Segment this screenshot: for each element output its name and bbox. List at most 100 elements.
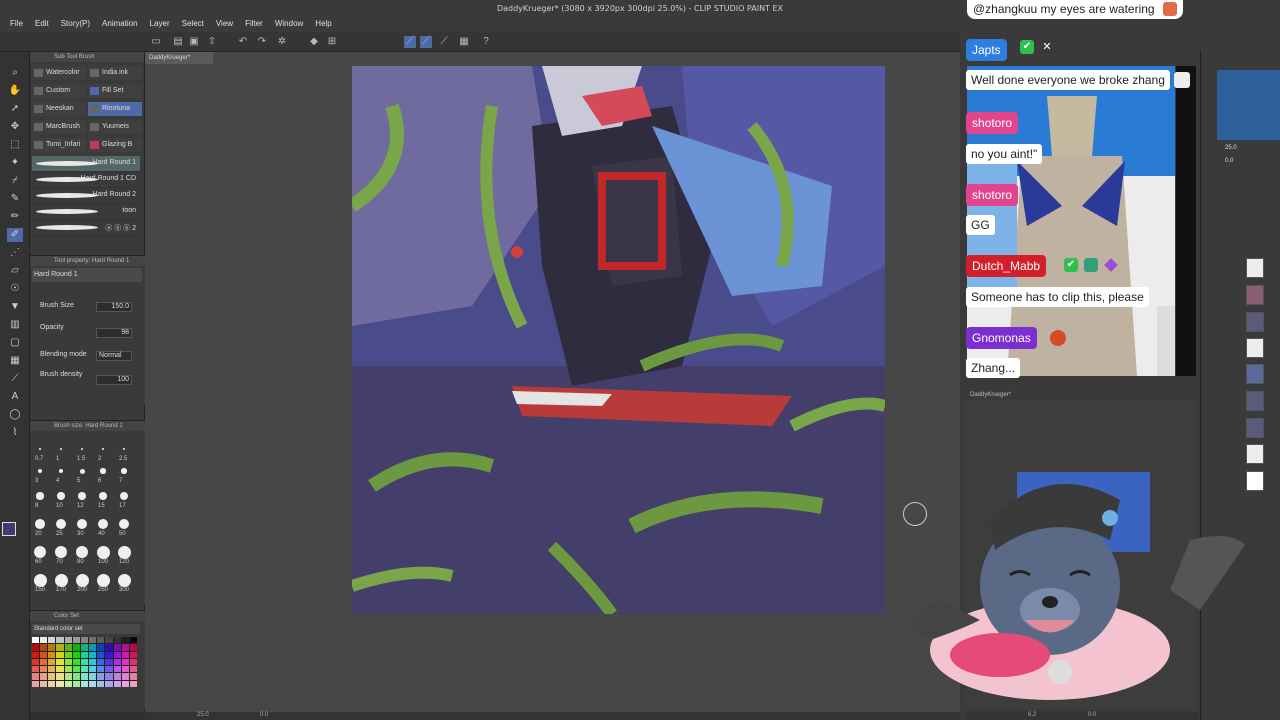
color-swatch[interactable] [56,637,64,644]
color-swatch[interactable] [64,658,72,666]
brush-hard-round-1[interactable]: Hard Round 1 [32,156,140,172]
color-swatch[interactable] [97,673,105,680]
brush-size-preset[interactable] [35,519,45,529]
brush-size-preset[interactable] [59,447,63,451]
color-swatch[interactable] [105,673,113,680]
color-swatch[interactable] [89,651,97,658]
brush-size-preset[interactable] [80,447,84,451]
brush-size-preset[interactable] [99,492,107,500]
color-swatch[interactable] [40,637,48,644]
color-swatch[interactable] [56,658,64,666]
tab-custom[interactable]: Custom [32,84,86,98]
menu-edit[interactable]: Edit [31,18,57,32]
menu-layer[interactable]: Layer [146,18,178,32]
color-swatch[interactable] [129,666,137,673]
color-swatch[interactable] [80,637,89,644]
color-swatch[interactable] [80,658,89,666]
brush-size-preset[interactable] [33,545,47,559]
color-swatch[interactable] [80,666,89,673]
color-swatch[interactable] [56,651,64,658]
export-icon[interactable]: ⇧ [206,36,218,48]
brush-size-preset[interactable] [75,573,89,587]
color-swatch[interactable] [40,658,48,666]
color-swatch[interactable] [129,637,137,644]
color-swatch[interactable] [105,666,113,673]
brush-size-preset[interactable] [39,448,41,450]
color-swatch[interactable] [105,637,113,644]
brush-size-preset[interactable] [101,447,105,451]
color-swatch[interactable] [129,651,137,658]
color-swatch[interactable] [32,673,40,680]
eraser-icon[interactable]: ▱ [7,264,23,278]
tab-fill-set[interactable]: Fill Set [88,84,142,98]
brush-hard-round-1-cd[interactable]: Hard Round 1 CD [32,172,140,188]
canvas-artwork[interactable] [352,66,885,614]
selection-tool-icon[interactable]: ⬚ [7,138,23,152]
brush-size-preset[interactable] [56,519,66,529]
redo-icon[interactable]: ↷ [256,36,268,48]
brush-size-preset[interactable] [118,518,130,530]
menu-animation[interactable]: Animation [98,18,146,32]
document-tab[interactable]: DaddyKrueger* [145,52,213,64]
brush-size-preset[interactable] [122,447,126,451]
color-swatch[interactable] [32,666,40,673]
color-swatch[interactable] [40,666,48,673]
brush-size-preset[interactable] [96,573,110,587]
color-swatch[interactable] [121,680,129,687]
tab-rinotuna[interactable]: Rinotuna [88,102,142,116]
fill-tool-icon[interactable]: ▼ [7,300,23,314]
color-swatch[interactable] [89,658,97,666]
color-swatch[interactable] [89,666,97,673]
tab-glazing[interactable]: Glazing B [88,138,142,152]
color-swatch[interactable] [48,673,56,680]
color-swatch[interactable] [121,673,129,680]
layer-thumbnail[interactable] [1246,312,1264,332]
brush-size-preset[interactable] [117,545,131,559]
color-swatch[interactable] [40,644,48,651]
figure-icon[interactable]: ▢ [7,336,23,350]
color-swatch[interactable] [80,680,89,687]
tab-neeskan[interactable]: Neeskan [32,102,86,116]
color-swatch[interactable] [40,680,48,687]
ruler-icon[interactable]: ⟋ [438,36,450,48]
brush-size-preset[interactable] [37,468,43,474]
layer-thumbnail[interactable] [1246,258,1264,278]
brush-tool-icon[interactable]: ✐ [7,228,23,242]
brush-size-preset[interactable] [33,573,47,587]
color-swatch[interactable] [64,673,72,680]
move-tool-icon[interactable]: ✥ [7,120,23,134]
color-swatch[interactable] [72,658,80,666]
layer-thumbnail[interactable] [1246,285,1264,305]
color-swatch[interactable] [80,673,89,680]
color-swatch[interactable] [72,666,80,673]
pen-tool-icon[interactable]: ✎ [7,192,23,206]
color-swatch[interactable] [48,680,56,687]
hand-tool-icon[interactable]: ✋ [7,84,23,98]
tab-tomi-infari[interactable]: Tomi_Infari [32,138,86,152]
save-icon[interactable]: ▣ [188,36,200,48]
color-swatch[interactable] [32,680,40,687]
color-swatch[interactable] [121,658,129,666]
color-swatch[interactable] [113,651,121,658]
transform-icon[interactable]: ⊞ [326,36,338,48]
pencil-tool-icon[interactable]: ✏ [7,210,23,224]
brush-size-preset[interactable] [54,573,68,587]
opacity-field[interactable]: 98 [96,328,132,338]
brush-size-preset[interactable] [78,492,86,500]
color-swatch[interactable] [48,658,56,666]
help-icon[interactable]: ? [480,36,492,48]
color-swatch[interactable] [113,666,121,673]
color-swatch[interactable] [89,680,97,687]
color-swatch[interactable] [32,651,40,658]
blend-tool-icon[interactable]: ☉ [7,282,23,296]
color-swatch[interactable] [121,666,129,673]
color-swatch[interactable] [97,658,105,666]
color-swatch[interactable] [48,651,56,658]
eyedropper-icon[interactable]: ⌿ [7,174,23,188]
color-swatch[interactable] [32,658,40,666]
tab-watercolor[interactable]: Watercolor [32,66,86,80]
menu-story[interactable]: Story(P) [57,18,98,32]
brush-size-preset[interactable] [120,492,128,500]
color-swatch[interactable] [89,644,97,651]
layer-thumbnail[interactable] [1246,338,1264,358]
